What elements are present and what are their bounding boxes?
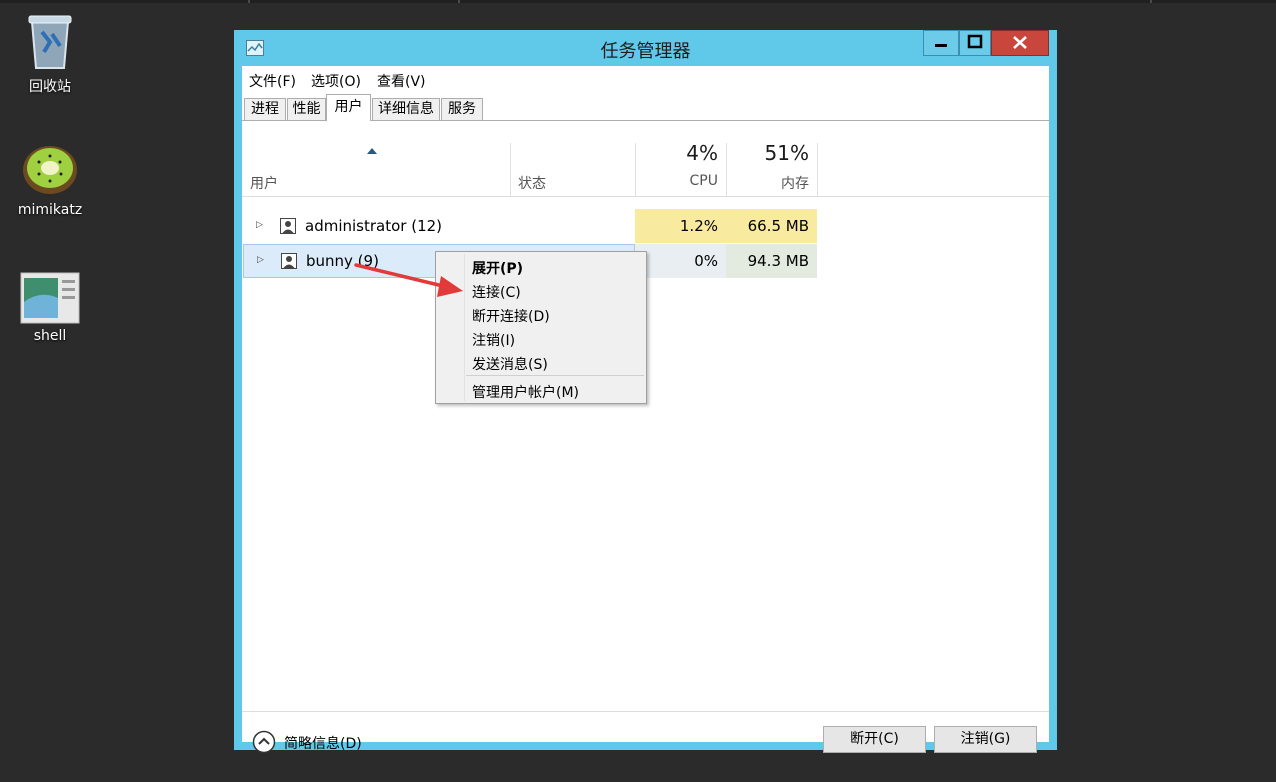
column-header-status[interactable]: 状态 [518, 173, 546, 193]
user-name: bunny (9) [306, 252, 379, 270]
context-menu-expand[interactable]: 展开(P) [472, 258, 523, 278]
context-menu-disconnect[interactable]: 断开连接(D) [472, 306, 550, 326]
expand-arrow-icon[interactable]: ▷ [256, 220, 263, 230]
cpu-total-percent: 4% [686, 141, 718, 165]
footer-separator [242, 711, 1049, 712]
close-icon [1013, 36, 1027, 49]
app-window-icon [20, 272, 80, 324]
memory-total-percent: 51% [764, 141, 809, 165]
close-button[interactable] [991, 30, 1049, 56]
users-panel: 用户 状态 4% CPU 51% 内存 ▷ administrator (12)… [242, 121, 1049, 754]
context-menu-manage-accounts[interactable]: 管理用户帐户(M) [472, 382, 579, 402]
logoff-button[interactable]: 注销(G) [934, 726, 1037, 753]
context-menu-gutter [464, 254, 465, 401]
minimize-icon [935, 44, 947, 47]
tab-services[interactable]: 服务 [441, 98, 483, 120]
user-icon [280, 218, 296, 234]
cpu-cell: 1.2% [635, 209, 726, 243]
sort-ascending-icon[interactable] [367, 148, 377, 154]
desktop-icon-label: mimikatz [17, 202, 83, 218]
tab-details[interactable]: 详细信息 [372, 98, 440, 120]
tab-bar: 进程 性能 用户 详细信息 服务 [242, 93, 1049, 121]
table-row[interactable]: ▷ administrator (12) 1.2% 66.5 MB [242, 209, 1049, 243]
desktop-icon-shell[interactable]: shell [0, 272, 100, 344]
column-header-cpu[interactable]: CPU [636, 173, 718, 189]
expand-arrow-icon[interactable]: ▷ [257, 255, 264, 265]
column-divider[interactable] [817, 143, 818, 196]
desktop-icon-mimikatz[interactable]: mimikatz [0, 138, 100, 218]
desktop-icon-recycle-bin[interactable]: 回收站 [0, 8, 100, 96]
task-manager-icon [246, 40, 264, 56]
tab-performance[interactable]: 性能 [287, 98, 326, 120]
context-menu-send-message[interactable]: 发送消息(S) [472, 354, 548, 374]
title-bar[interactable]: 任务管理器 [234, 30, 1057, 66]
context-menu-connect[interactable]: 连接(C) [472, 282, 521, 302]
tab-users[interactable]: 用户 [326, 94, 371, 121]
user-icon [281, 253, 297, 269]
top-strip [0, 0, 1276, 3]
fewer-details-label: 简略信息(D) [284, 736, 362, 752]
kiwi-icon [23, 146, 77, 194]
column-divider[interactable] [510, 143, 511, 196]
desktop-icon-label: 回收站 [29, 79, 71, 95]
disconnect-button[interactable]: 断开(C) [823, 726, 926, 753]
window-client-area: 文件(F) 选项(O) 查看(V) 进程 性能 用户 详细信息 服务 用户 状态… [242, 66, 1049, 754]
maximize-icon [967, 34, 983, 49]
header-separator [242, 196, 1049, 197]
memory-cell: 66.5 MB [726, 209, 817, 243]
user-name: administrator (12) [305, 217, 443, 235]
menu-bar: 文件(F) 选项(O) 查看(V) [242, 66, 1049, 92]
column-header-memory[interactable]: 内存 [727, 173, 809, 193]
desktop-icon-label: shell [33, 328, 67, 344]
menu-view[interactable]: 查看(V) [377, 71, 426, 91]
tab-processes[interactable]: 进程 [244, 98, 286, 120]
chevron-up-icon [252, 730, 276, 754]
column-header-user[interactable]: 用户 [250, 173, 278, 193]
menu-file[interactable]: 文件(F) [249, 71, 296, 91]
context-menu-separator [466, 375, 644, 376]
menu-options[interactable]: 选项(O) [311, 71, 361, 91]
maximize-button[interactable] [959, 30, 991, 56]
context-menu: 展开(P) 连接(C) 断开连接(D) 注销(I) 发送消息(S) 管理用户帐户… [435, 251, 647, 404]
recycle-bin-icon [28, 15, 72, 69]
cpu-cell: 0% [635, 244, 726, 278]
memory-cell: 94.3 MB [726, 244, 817, 278]
minimize-button[interactable] [923, 30, 959, 56]
context-menu-logoff[interactable]: 注销(I) [472, 330, 515, 350]
